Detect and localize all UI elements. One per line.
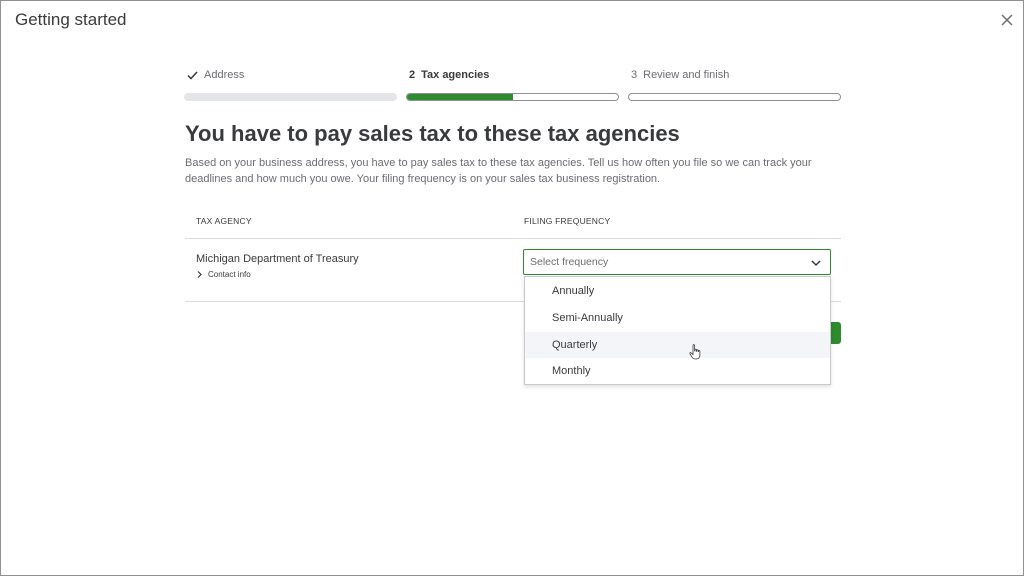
step-address-bar [184, 93, 397, 101]
step-tax-agencies-text: Tax agencies [421, 69, 490, 81]
getting-started-dialog: Getting started Address 2 Tax agencies 3… [0, 0, 1024, 576]
close-icon [1001, 14, 1013, 26]
frequency-option-monthly[interactable]: Monthly [525, 358, 830, 384]
step-review-finish-number: 3 [631, 69, 638, 81]
step-review-finish-text: Review and finish [643, 69, 730, 81]
step-review-finish-bar [628, 93, 841, 101]
step-address-text: Address [204, 69, 245, 81]
frequency-dropdown-menu: Annually Semi-Annually Quarterly Monthly [524, 276, 831, 385]
step-tax-agencies-label: 2 Tax agencies [409, 69, 489, 81]
step-tax-agencies-bar-fill [407, 94, 513, 100]
hand-pointer-icon [689, 344, 701, 360]
dialog-title: Getting started [15, 10, 127, 29]
chevron-down-icon [811, 260, 821, 267]
agency-name: Michigan Department of Treasury [196, 253, 359, 265]
close-button[interactable] [997, 10, 1017, 30]
step-tax-agencies[interactable]: 2 Tax agencies [406, 69, 619, 103]
column-header-tax-agency: TAX AGENCY [196, 216, 252, 226]
page-description: Based on your business address, you have… [185, 157, 812, 185]
step-address-label: Address [187, 69, 244, 81]
progress-stepper: Address 2 Tax agencies 3 Review and fini… [184, 69, 841, 103]
filing-frequency-select[interactable]: Select frequency [523, 249, 831, 275]
chevron-right-icon [197, 271, 202, 278]
frequency-option-quarterly[interactable]: Quarterly [525, 332, 830, 358]
frequency-option-annually[interactable]: Annually [525, 278, 830, 304]
table-header-divider [185, 238, 841, 239]
contact-info-link: Contact info [208, 270, 251, 279]
column-header-filing-frequency: FILING FREQUENCY [524, 216, 611, 226]
check-icon [187, 70, 198, 80]
step-review-finish[interactable]: 3 Review and finish [628, 69, 841, 103]
page-title: You have to pay sales tax to these tax a… [185, 121, 680, 146]
filing-frequency-placeholder: Select frequency [530, 256, 609, 268]
frequency-option-semi-annually[interactable]: Semi-Annually [525, 305, 830, 331]
contact-info-toggle[interactable]: Contact info [197, 270, 251, 279]
step-review-finish-label: 3 Review and finish [631, 69, 729, 81]
step-tax-agencies-number: 2 [409, 69, 416, 81]
step-address[interactable]: Address [184, 69, 397, 103]
step-tax-agencies-bar [406, 93, 619, 101]
